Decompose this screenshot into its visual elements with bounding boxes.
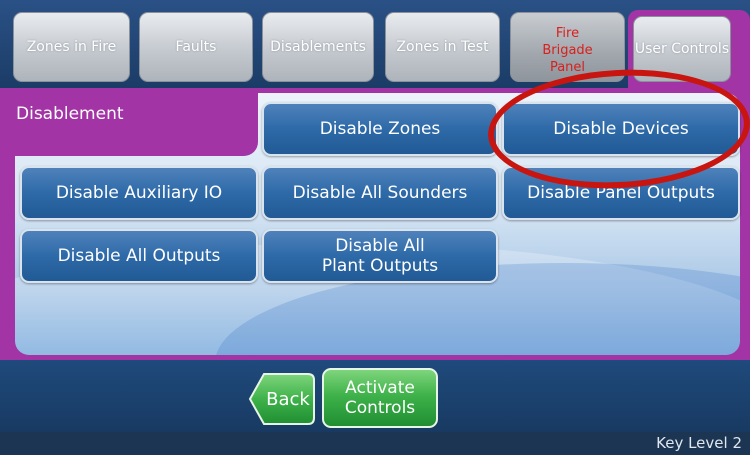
tab-label: Zones in Test bbox=[396, 38, 489, 55]
status-bar bbox=[0, 432, 750, 455]
activate-label-line2: Controls bbox=[344, 398, 416, 418]
back-button[interactable]: Back bbox=[248, 372, 316, 426]
disable-all-plant-outputs-button[interactable]: Disable All Plant Outputs bbox=[262, 229, 498, 283]
activate-label-line1: Activate bbox=[345, 378, 415, 398]
tab-zones-in-fire[interactable]: Zones in Fire bbox=[13, 12, 130, 82]
disable-all-sounders-button[interactable]: Disable All Sounders bbox=[262, 166, 498, 220]
button-label: Disable Auxiliary IO bbox=[55, 183, 223, 203]
tab-label: User Controls bbox=[634, 40, 730, 57]
tab-label: Faults bbox=[175, 38, 217, 55]
section-title: Disablement bbox=[16, 104, 124, 124]
tab-label: Fire Brigade Panel bbox=[542, 25, 593, 75]
disable-all-outputs-button[interactable]: Disable All Outputs bbox=[20, 229, 258, 283]
button-label: Disable Zones bbox=[319, 119, 441, 139]
activate-controls-button[interactable]: Activate Controls bbox=[322, 368, 438, 428]
tab-zones-in-test[interactable]: Zones in Test bbox=[385, 12, 500, 82]
tab-faults[interactable]: Faults bbox=[139, 12, 253, 82]
button-label-line1: Disable All bbox=[335, 236, 425, 256]
back-label: Back bbox=[266, 388, 310, 410]
button-label: Disable All Outputs bbox=[57, 246, 221, 266]
disable-auxiliary-io-button[interactable]: Disable Auxiliary IO bbox=[20, 166, 258, 220]
tab-label: Zones in Fire bbox=[26, 38, 117, 55]
button-label: Disable All Sounders bbox=[292, 183, 468, 203]
key-level-indicator: Key Level 2 bbox=[656, 434, 742, 452]
disable-zones-button[interactable]: Disable Zones bbox=[262, 102, 498, 156]
tab-disablements[interactable]: Disablements bbox=[262, 12, 374, 82]
tab-label: Disablements bbox=[270, 38, 366, 55]
button-label-line2: Plant Outputs bbox=[321, 256, 439, 276]
